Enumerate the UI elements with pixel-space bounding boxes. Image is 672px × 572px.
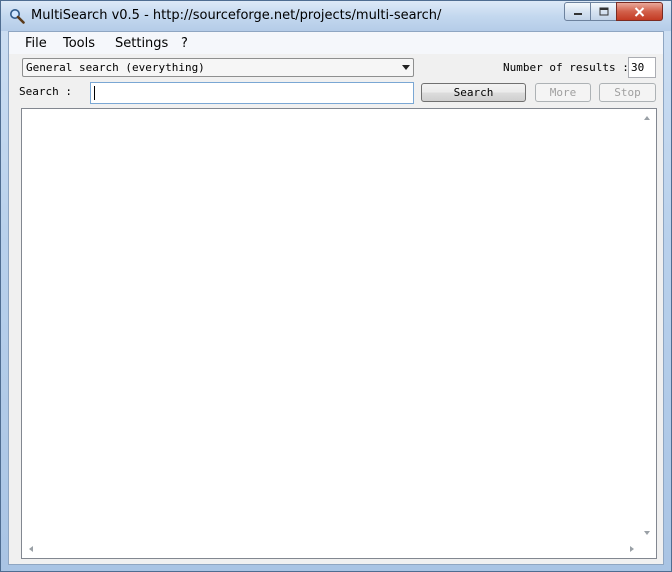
title-bar[interactable]: MultiSearch v0.5 - http://sourceforge.ne… — [1, 1, 671, 31]
app-window: MultiSearch v0.5 - http://sourceforge.ne… — [0, 0, 672, 572]
menu-bar: File Tools Settings ? — [9, 32, 663, 54]
results-count-label: Number of results : — [503, 61, 629, 74]
text-caret — [94, 86, 95, 100]
menu-file[interactable]: File — [25, 36, 47, 51]
menu-settings[interactable]: Settings — [115, 36, 168, 51]
scroll-down-icon[interactable] — [644, 531, 650, 535]
scroll-right-icon[interactable] — [630, 546, 634, 552]
window-title: MultiSearch v0.5 - http://sourceforge.ne… — [31, 8, 442, 23]
minimize-button[interactable] — [564, 2, 591, 21]
menu-help[interactable]: ? — [181, 36, 188, 51]
stop-button[interactable]: Stop — [599, 83, 656, 102]
search-button[interactable]: Search — [421, 83, 526, 102]
scrollbar-corner — [639, 541, 656, 558]
more-button[interactable]: More — [535, 83, 591, 102]
maximize-icon — [599, 7, 608, 16]
scroll-up-icon[interactable] — [644, 116, 650, 120]
close-icon — [634, 6, 645, 17]
scroll-left-icon[interactable] — [29, 546, 33, 552]
vertical-scrollbar[interactable] — [639, 109, 656, 541]
menu-tools[interactable]: Tools — [63, 36, 95, 51]
close-button[interactable] — [616, 2, 663, 21]
chevron-down-icon — [402, 65, 410, 70]
search-type-dropdown[interactable]: General search (everything) — [22, 58, 414, 77]
results-list[interactable] — [21, 108, 657, 559]
horizontal-scrollbar[interactable] — [22, 541, 639, 558]
magnifier-icon — [10, 9, 25, 24]
results-count-input[interactable]: 30 — [628, 57, 656, 78]
minimize-icon — [573, 12, 582, 15]
search-label: Search : — [19, 85, 72, 98]
client-area: File Tools Settings ? General search (ev… — [8, 31, 664, 565]
maximize-button[interactable] — [590, 2, 617, 21]
search-type-value: General search (everything) — [26, 61, 205, 74]
search-input[interactable] — [90, 82, 414, 104]
